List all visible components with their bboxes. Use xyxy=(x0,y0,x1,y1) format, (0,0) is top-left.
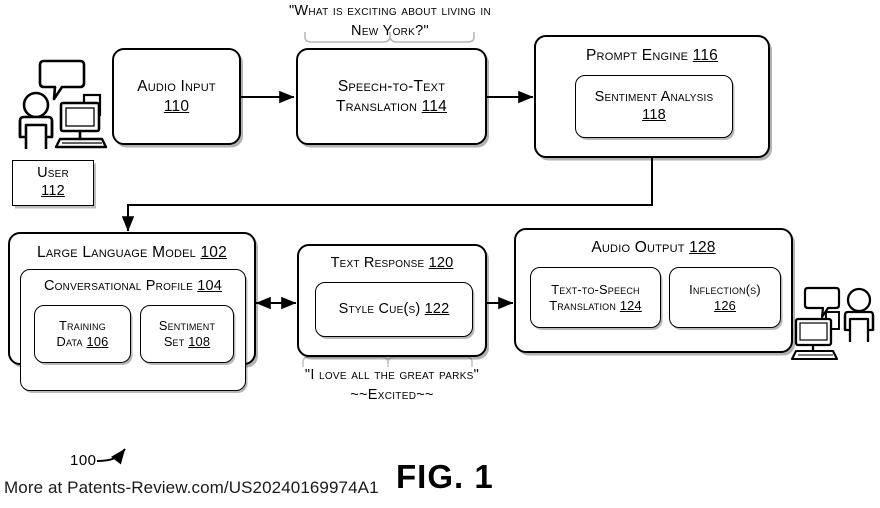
block-prompt-engine: Prompt Engine 116 Sentiment Analysis 118 xyxy=(534,35,770,158)
audio-output-title: Audio Output xyxy=(591,239,685,256)
conversational-profile-num: 104 xyxy=(197,278,222,294)
sentiment-set-num: 108 xyxy=(188,334,211,349)
prompt-engine-header: Prompt Engine 116 xyxy=(536,47,768,65)
block-large-language-model: Large Language Model 102 Conversational … xyxy=(8,232,256,391)
user-left-icon xyxy=(10,55,110,155)
user-right-icon xyxy=(788,286,876,369)
patent-figure-page: User 112 "What is exciting about living … xyxy=(0,0,880,508)
block-speech-to-text: Speech-to-Text Translation 114 xyxy=(296,48,487,145)
user-label-box: User 112 xyxy=(12,160,94,206)
text-response-header: Text Response 120 xyxy=(299,255,485,271)
response-quote-callout: "I love all the great parks" ~~Excited~~ xyxy=(304,367,480,403)
block-text-to-speech: Text-to-Speech Translation 124 xyxy=(530,267,661,328)
block-audio-input: Audio Input 110 xyxy=(112,48,241,145)
training-data-num: 106 xyxy=(86,334,109,349)
block-style-cues: Style Cue(s) 122 xyxy=(315,282,473,337)
arrow-prompt-engine-to-llm xyxy=(121,158,653,232)
inflections-title: Inflection(s) xyxy=(689,281,761,297)
user-num: 112 xyxy=(41,183,65,199)
footer-attribution: More at Patents-Review.com/US20240169974… xyxy=(4,478,379,497)
llm-header: Large Language Model 102 xyxy=(10,244,254,262)
speech-to-text-title2: Translation xyxy=(336,97,418,115)
reference-leader-100 xyxy=(96,448,126,465)
prompt-engine-num: 116 xyxy=(692,47,718,64)
training-data-title: Training xyxy=(59,318,106,334)
block-sentiment-analysis: Sentiment Analysis 118 xyxy=(575,75,733,138)
text-response-num: 120 xyxy=(428,255,454,271)
style-cues-line: Style Cue(s) 122 xyxy=(339,301,450,319)
prompt-engine-title: Prompt Engine xyxy=(586,47,689,64)
user-title: User xyxy=(37,165,69,182)
text-response-title: Text Response xyxy=(330,255,425,271)
sentiment-set-line2: Set 108 xyxy=(164,334,210,350)
user-question-callout: "What is exciting about living in New Yo… xyxy=(288,3,492,39)
inflections-num: 126 xyxy=(714,297,736,313)
sentiment-set-title2: Set xyxy=(163,334,185,349)
text-to-speech-title2: Translation xyxy=(549,297,617,313)
audio-output-num: 128 xyxy=(689,239,716,256)
training-data-title2: Data xyxy=(56,334,83,349)
conversational-profile-title: Conversational Profile xyxy=(44,278,193,294)
block-inflections: Inflection(s) 126 xyxy=(669,267,781,328)
speech-to-text-num: 114 xyxy=(421,97,447,115)
text-to-speech-num: 124 xyxy=(619,297,642,313)
style-cues-title: Style Cue(s) xyxy=(338,300,421,317)
block-sentiment-set: Sentiment Set 108 xyxy=(140,305,234,363)
audio-input-title: Audio Input xyxy=(137,78,216,96)
block-text-response: Text Response 120 Style Cue(s) 122 xyxy=(297,244,487,357)
reference-numeral-100: 100 xyxy=(70,452,97,469)
audio-output-header: Audio Output 128 xyxy=(516,239,791,257)
sentiment-set-title: Sentiment xyxy=(158,318,216,334)
figure-label: FIG. 1 xyxy=(396,458,494,495)
style-cues-num: 122 xyxy=(424,300,450,317)
sentiment-analysis-num: 118 xyxy=(642,106,666,123)
training-data-line2: Data 106 xyxy=(57,334,109,350)
block-conversational-profile: Conversational Profile 104 Training Data… xyxy=(20,269,246,391)
text-to-speech-line2: Translation 124 xyxy=(549,298,642,314)
text-to-speech-title: Text-to-Speech xyxy=(551,281,640,297)
sentiment-analysis-title: Sentiment Analysis xyxy=(594,88,714,105)
conversational-profile-header: Conversational Profile 104 xyxy=(21,278,245,294)
speech-to-text-title: Speech-to-Text xyxy=(337,78,446,96)
speech-to-text-line2: Translation 114 xyxy=(336,97,447,116)
block-training-data: Training Data 106 xyxy=(34,305,131,363)
llm-num: 102 xyxy=(200,244,227,261)
llm-title: Large Language Model xyxy=(37,244,196,261)
audio-input-num: 110 xyxy=(163,97,190,115)
block-audio-output: Audio Output 128 Text-to-Speech Translat… xyxy=(514,228,793,353)
